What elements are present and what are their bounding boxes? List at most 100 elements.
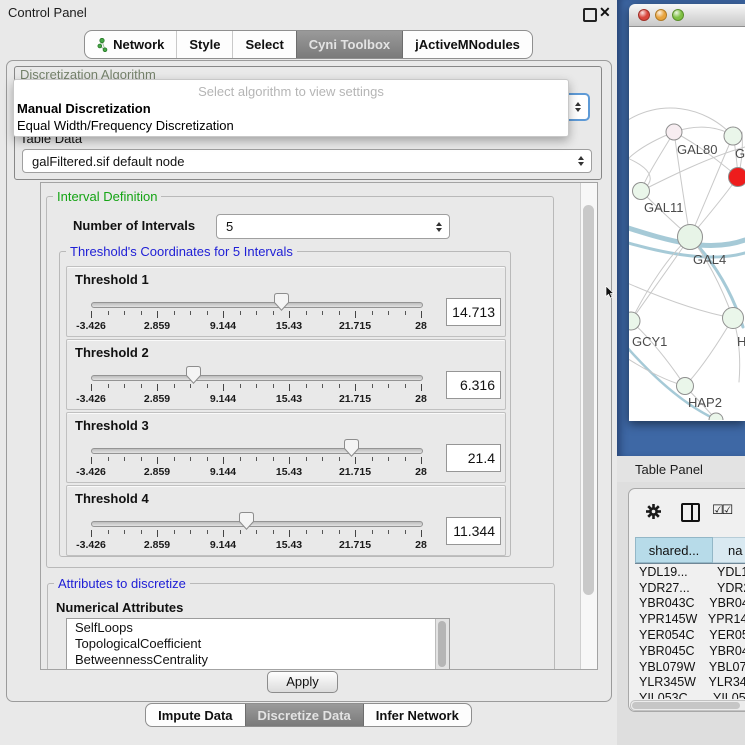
slider-thumb[interactable] <box>274 293 289 311</box>
number-of-intervals-combobox[interactable]: 5 <box>216 214 450 239</box>
spinner-arrows-icon <box>578 156 584 166</box>
column-header-0[interactable]: shared... <box>635 537 713 563</box>
table-cell: YLR345W <box>635 675 705 689</box>
slider-thumb[interactable] <box>239 512 254 530</box>
tab-label: Cyni Toolbox <box>309 37 390 52</box>
tick-mark <box>157 530 158 537</box>
vertical-scrollbar-thumb[interactable] <box>583 205 594 595</box>
tick-mark <box>256 457 257 461</box>
threshold-slider[interactable]: -3.4262.8599.14415.4321.71528 <box>91 440 421 480</box>
tick-mark <box>289 457 290 464</box>
interval-definition-group: Interval Definition Number of Intervals … <box>46 196 554 568</box>
network-node-gal11[interactable] <box>633 183 650 200</box>
table-row[interactable]: YBR045CYBR045C <box>635 643 745 659</box>
tick-label: 9.144 <box>201 539 245 551</box>
tab-impute-data[interactable]: Impute Data <box>146 704 244 726</box>
table-row[interactable]: YER054CYER054C <box>635 627 745 643</box>
top-tab-bar-wrap: NetworkStyleSelect Cyni Toolbox jActiveMNo… <box>0 30 617 59</box>
network-node-gal4[interactable] <box>678 225 703 250</box>
threshold-slider[interactable]: -3.4262.8599.14415.4321.71528 <box>91 294 421 334</box>
threshold-value-field[interactable]: 21.4 <box>446 444 501 472</box>
horizontal-scrollbar-thumb[interactable] <box>632 702 740 709</box>
thresholds-group: Threshold's Coordinates for 5 Intervals … <box>59 251 511 557</box>
float-window-icon[interactable] <box>583 8 597 22</box>
tick-mark <box>174 311 175 315</box>
network-node-hap2[interactable] <box>677 378 694 395</box>
tick-label: -3.426 <box>69 539 113 551</box>
tab-jactivemnodules[interactable]: jActiveMNodules <box>402 31 532 58</box>
numerical-attributes-list[interactable]: SelfLoopsTopologicalCoefficientBetweenne… <box>66 618 450 670</box>
slider-track[interactable] <box>91 448 423 454</box>
network-node-ga[interactable] <box>724 127 742 145</box>
tab-select[interactable]: Select <box>232 31 295 58</box>
dropdown-option-equal-width-frequency[interactable]: Equal Width/Frequency Discretization <box>17 118 234 133</box>
tick-mark <box>207 457 208 461</box>
threshold-value-field[interactable]: 14.713 <box>446 298 501 326</box>
table-cell: YBR043C <box>635 596 705 610</box>
vertical-scrollbar[interactable] <box>580 183 597 669</box>
list-item[interactable]: SelfLoops <box>67 619 449 635</box>
tick-label: 15.43 <box>267 466 311 478</box>
slider-thumb[interactable] <box>344 439 359 457</box>
list-item[interactable]: TopologicalCoefficient <box>67 635 449 651</box>
tick-mark <box>124 384 125 388</box>
list-item[interactable]: BetweennessCentrality <box>67 651 449 667</box>
network-node-h[interactable] <box>723 308 744 329</box>
tick-label: 2.859 <box>135 466 179 478</box>
tick-mark <box>405 311 406 315</box>
tab-style[interactable]: Style <box>176 31 232 58</box>
tick-mark <box>289 530 290 537</box>
list-scrollbar[interactable] <box>435 619 449 670</box>
threshold-value-field[interactable]: 6.316 <box>446 371 501 399</box>
table-row[interactable]: YLR345WYLR345W <box>635 675 745 691</box>
table-row[interactable]: YBL079WYBL079W <box>635 659 745 675</box>
network-canvas[interactable]: GAL80GAGAL11GAL4GCY1HHAP2 <box>629 27 745 421</box>
slider-thumb[interactable] <box>186 366 201 384</box>
zoom-traffic-light[interactable] <box>672 9 684 21</box>
table-cell: YDR27... <box>635 581 713 595</box>
tick-mark <box>91 530 92 537</box>
slider-track[interactable] <box>91 521 423 527</box>
table-row[interactable]: YIL053CYIL053C <box>635 690 745 699</box>
tab-discretize-data[interactable]: Discretize Data <box>245 704 363 726</box>
network-node[interactable] <box>729 168 745 187</box>
close-traffic-light[interactable] <box>638 9 650 21</box>
checkbox-icons[interactable]: ☑☑ <box>712 502 731 518</box>
tick-mark <box>322 384 323 388</box>
tab-cyni-toolbox[interactable]: Cyni Toolbox <box>296 31 402 58</box>
horizontal-scrollbar[interactable] <box>630 700 745 711</box>
table-cell: YBL079W <box>635 660 705 674</box>
tick-mark <box>372 530 373 534</box>
gear-icon[interactable] <box>645 503 662 520</box>
list-scrollbar-thumb[interactable] <box>438 621 446 667</box>
tick-mark <box>421 457 422 464</box>
tick-mark <box>372 311 373 315</box>
close-icon[interactable]: ✕ <box>599 4 611 21</box>
tick-label: 9.144 <box>201 320 245 332</box>
threshold-slider[interactable]: -3.4262.8599.14415.4321.71528 <box>91 367 421 407</box>
column-header-1[interactable]: na <box>713 537 745 563</box>
threshold-slider[interactable]: -3.4262.8599.14415.4321.71528 <box>91 513 421 553</box>
table-row[interactable]: YDL19...YDL19 <box>635 564 745 580</box>
network-node-gal80[interactable] <box>666 124 682 140</box>
algorithm-dropdown-popup: Select algorithm to view settings Manual… <box>13 79 569 137</box>
threshold-label: Threshold 2 <box>75 345 149 360</box>
attributes-group: Attributes to discretize Numerical Attri… <box>47 583 555 670</box>
columns-icon[interactable] <box>681 503 700 522</box>
table-data-combobox[interactable]: galFiltered.sif default node <box>22 149 592 173</box>
tab-infer-network[interactable]: Infer Network <box>363 704 471 726</box>
table-row[interactable]: YDR27...YDR27 <box>635 580 745 596</box>
table-cell: YBL079W <box>705 660 745 674</box>
threshold-value-field[interactable]: 11.344 <box>446 517 501 545</box>
table-row[interactable]: YPR145WYPR145W <box>635 611 745 627</box>
apply-button[interactable]: Apply <box>267 671 338 693</box>
tick-mark <box>240 457 241 461</box>
dropdown-option-manual-discretization[interactable]: Manual Discretization <box>17 101 151 116</box>
tab-network[interactable]: Network <box>85 31 176 58</box>
slider-track[interactable] <box>91 302 423 308</box>
table-cell: YER054C <box>635 628 705 642</box>
table-row[interactable]: YBR043CYBR043C <box>635 596 745 612</box>
table-toolbar: ☑☑ <box>629 489 745 535</box>
slider-track[interactable] <box>91 375 423 381</box>
minimize-traffic-light[interactable] <box>655 9 667 21</box>
